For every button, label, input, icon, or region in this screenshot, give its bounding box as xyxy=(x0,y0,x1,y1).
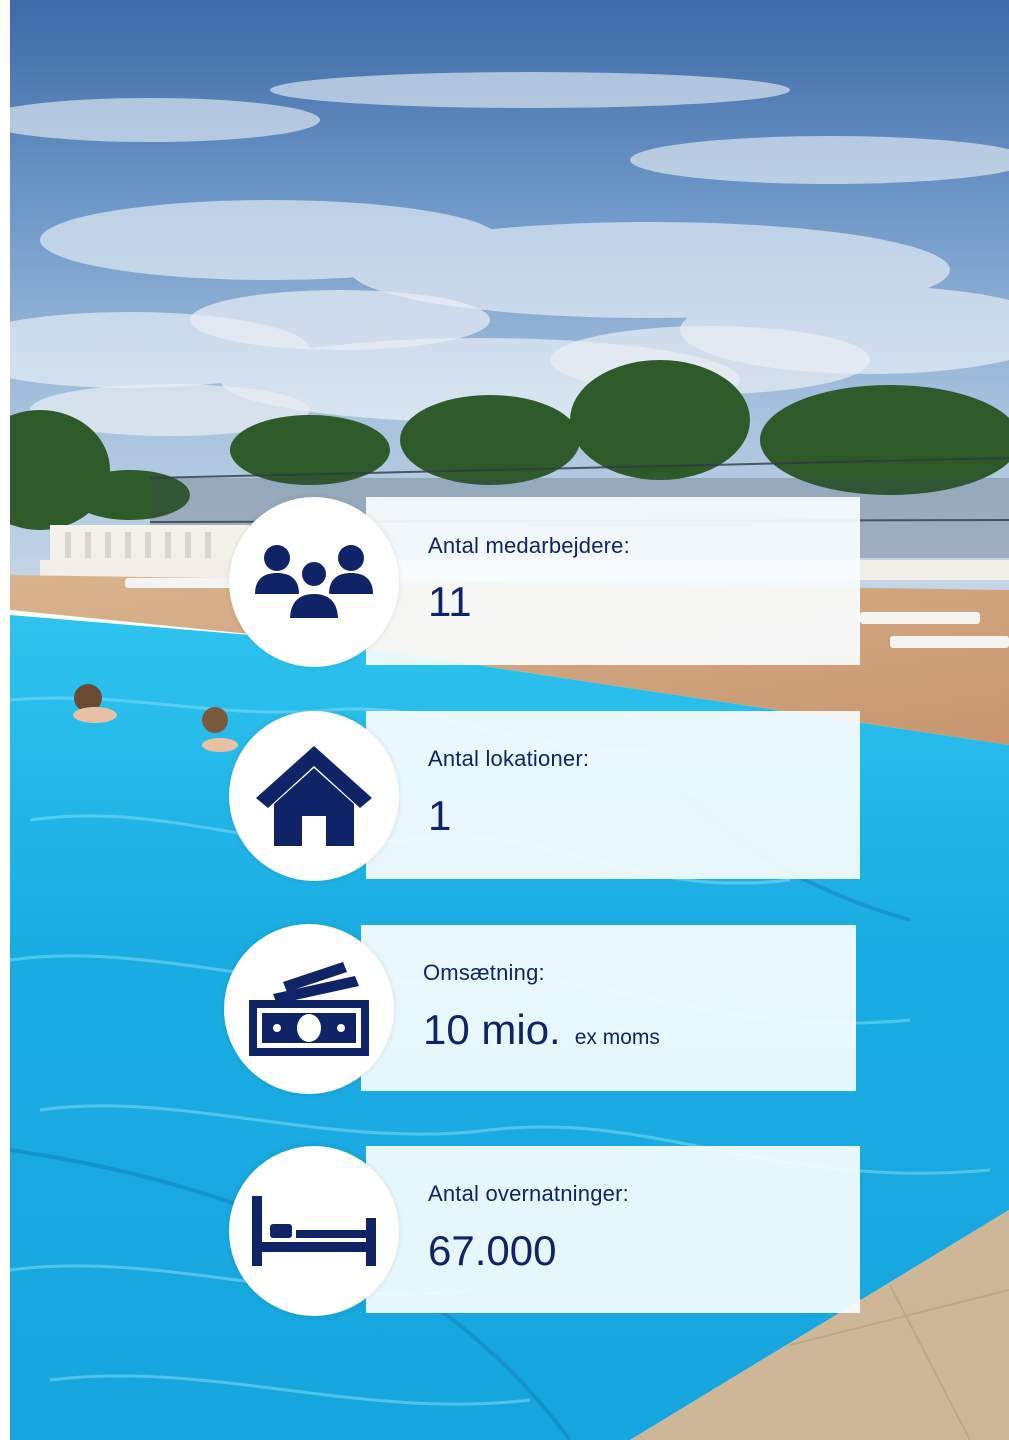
stat-value: 11 xyxy=(428,578,472,625)
people-group-icon xyxy=(255,545,373,620)
stat-label: Omsætning: xyxy=(423,960,545,985)
stat-value: 1 xyxy=(428,792,452,839)
money-stack-icon xyxy=(249,962,369,1056)
stat-icon-circle xyxy=(224,924,394,1094)
stat-icon-circle xyxy=(229,497,399,667)
stat-value: 67.000 xyxy=(428,1227,557,1274)
stat-label: Antal overnatninger: xyxy=(428,1181,629,1206)
page: Antal medarbejdere: 11 Antal lokationer:… xyxy=(10,0,1009,1440)
bed-icon xyxy=(252,1196,376,1266)
stat-icon-circle xyxy=(229,711,399,881)
stat-label: Antal medarbejdere: xyxy=(428,533,630,558)
stat-value: 10 mio. ex moms xyxy=(423,1006,660,1054)
stat-icon-circle xyxy=(229,1146,399,1316)
stat-value-number: 10 mio. xyxy=(423,1006,561,1053)
stat-value-suffix: ex moms xyxy=(574,1026,660,1049)
stat-label: Antal lokationer: xyxy=(428,746,590,771)
house-icon xyxy=(256,746,372,846)
